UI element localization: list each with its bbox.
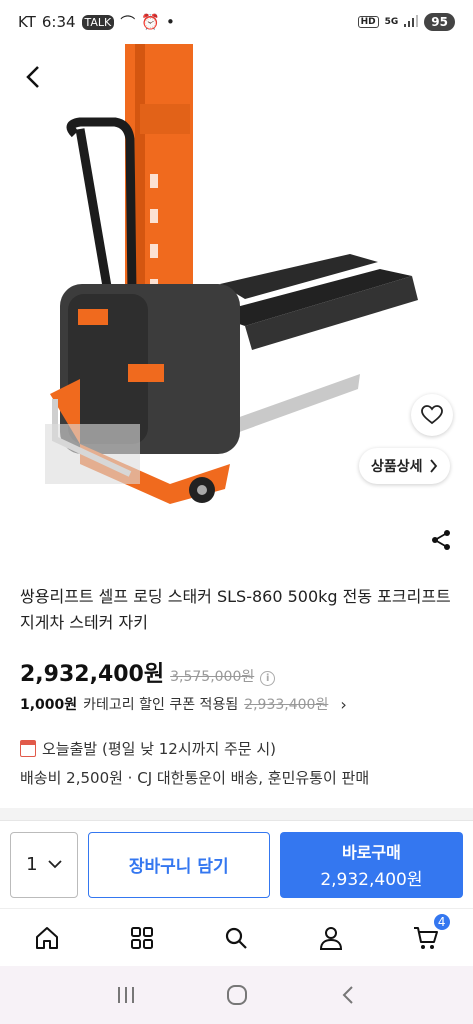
cart-count-badge: 4 [431, 911, 452, 932]
search-icon [226, 927, 248, 949]
talk-icon: TALK [81, 14, 115, 30]
coupon-description: 카테고리 할인 쿠폰 적용됨 [83, 697, 239, 713]
product-title: 쌍용리프트 셀프 로딩 스태커 SLS-860 500kg 전동 포크리프트 지… [20, 587, 451, 632]
calendar-icon [19, 740, 36, 757]
clock: 6:34 [41, 13, 76, 31]
product-hero: 상품상세 [0, 44, 473, 564]
product-info: 쌍용리프트 셀프 로딩 스태커 SLS-860 500kg 전동 포크리프트 지… [19, 584, 460, 788]
wishlist-button[interactable] [411, 394, 453, 436]
user-icon [320, 926, 343, 950]
network-label: 5G [384, 17, 399, 27]
product-detail-button[interactable]: 상품상세 [359, 448, 450, 484]
info-icon[interactable]: i [260, 671, 276, 686]
bottom-nav: 4 [0, 908, 473, 966]
hd-icon: HD [357, 16, 379, 28]
buy-now-amount: 2,932,400원 [320, 870, 423, 890]
back-system-button[interactable] [328, 975, 368, 1015]
recent-apps-button[interactable] [106, 975, 146, 1015]
dot-icon: • [165, 13, 175, 31]
add-to-cart-button[interactable]: 장바구니 담기 [87, 831, 270, 898]
shipping-info: 오늘출발 (평일 낮 12시까지 주문 시) [42, 740, 277, 758]
home-icon [36, 926, 59, 949]
purchase-bar: 1 장바구니 담기 바로구매 2,932,400원 [0, 820, 473, 908]
price-row: 2,932,400원 3,575,000원 i [20, 656, 460, 688]
sale-price: 2,932,400원 [20, 662, 165, 687]
detail-button-label: 상품상세 [371, 459, 423, 475]
chevron-right-icon [429, 459, 437, 473]
coupon-amount: 1,000원 [20, 697, 78, 713]
nav-home[interactable] [27, 918, 67, 958]
shipping-fee: 배송비 2,500원 · CJ 대한통운이 배송, 훈민유통이 판매 [20, 769, 370, 787]
signal-icon [404, 14, 419, 30]
home-circle-icon [226, 985, 247, 1005]
share-icon [432, 530, 450, 550]
status-left: KT 6:34 TALK ⌒ ⏰ • [18, 12, 175, 33]
buy-now-button[interactable]: 바로구매 2,932,400원 [279, 831, 463, 898]
chevron-right-icon: › [340, 694, 347, 714]
nav-my-page[interactable] [311, 918, 351, 958]
recent-apps-icon [117, 987, 134, 1003]
home-system-button[interactable] [217, 975, 257, 1015]
shipping-row: 오늘출발 (평일 낮 12시까지 주문 시) [19, 738, 460, 759]
chevron-left-icon [26, 66, 39, 88]
system-nav-bar [0, 966, 473, 1024]
product-image[interactable] [40, 44, 440, 514]
carrier-label: KT [18, 13, 36, 31]
coupon-struck-price: 2,933,400원 [244, 697, 329, 713]
alarm-icon: ⏰ [141, 13, 160, 31]
status-bar: KT 6:34 TALK ⌒ ⏰ • HD 5G 95 [0, 0, 473, 44]
nav-cart[interactable]: 4 [406, 911, 452, 958]
nav-category[interactable] [122, 918, 162, 958]
battery-indicator: 95 [424, 13, 455, 31]
heart-icon [421, 405, 443, 425]
buy-now-label: 바로구매 [341, 843, 401, 862]
grid-icon [130, 926, 153, 949]
nav-search[interactable] [216, 918, 256, 958]
quantity-select[interactable]: 1 [10, 831, 78, 898]
chevron-down-icon [47, 860, 62, 869]
notification-icon: ⌒ [120, 13, 136, 32]
status-right: HD 5G 95 [357, 13, 455, 31]
quantity-value: 1 [26, 854, 38, 875]
share-button[interactable] [427, 526, 455, 554]
back-button[interactable] [18, 62, 48, 92]
coupon-row[interactable]: 1,000원 카테고리 할인 쿠폰 적용됨 2,933,400원 › [20, 694, 460, 714]
original-price: 3,575,000원 [170, 669, 255, 685]
section-divider [0, 808, 473, 820]
back-arrow-icon [342, 986, 353, 1004]
